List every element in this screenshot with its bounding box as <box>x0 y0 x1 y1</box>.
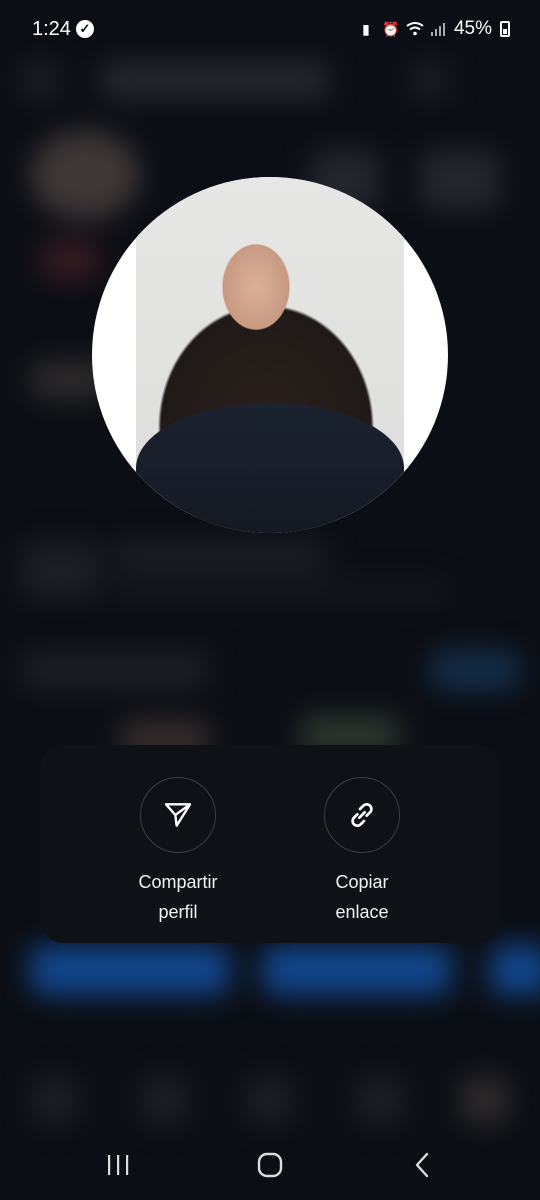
status-bar: 1:24 ✓ ▮ ⏰ 45% <box>0 0 540 60</box>
send-icon <box>164 803 192 827</box>
profile-photo <box>136 177 404 533</box>
verified-check-icon: ✓ <box>76 20 94 38</box>
recents-button[interactable] <box>104 1148 132 1182</box>
back-button[interactable] <box>408 1148 436 1182</box>
status-icons: ▮ ⏰ 45% <box>358 18 510 40</box>
copy-link-circle[interactable] <box>324 777 400 853</box>
signal-icon <box>430 21 446 37</box>
share-sheet: Compartir perfil Copiar enlace <box>40 745 500 943</box>
share-profile-label: Compartir perfil <box>138 872 218 922</box>
battery-percent: 45% <box>453 18 492 39</box>
battery-icon <box>500 21 510 37</box>
recents-icon <box>108 1155 129 1175</box>
home-button[interactable] <box>256 1148 284 1182</box>
copy-link-button[interactable]: Copiar enlace <box>282 777 442 927</box>
share-profile-button[interactable]: Compartir perfil <box>98 777 258 927</box>
copy-link-label: Copiar enlace <box>335 872 389 922</box>
status-time: 1:24 <box>32 18 71 40</box>
wifi-icon <box>406 21 424 37</box>
home-icon <box>257 1152 283 1178</box>
system-nav-bar <box>0 1130 540 1200</box>
battery-saver-icon: ▮ <box>362 21 370 37</box>
profile-picture <box>92 177 448 533</box>
link-icon <box>351 802 373 828</box>
back-icon <box>415 1152 429 1178</box>
alarm-icon: ⏰ <box>381 21 400 37</box>
share-profile-circle[interactable] <box>140 777 216 853</box>
